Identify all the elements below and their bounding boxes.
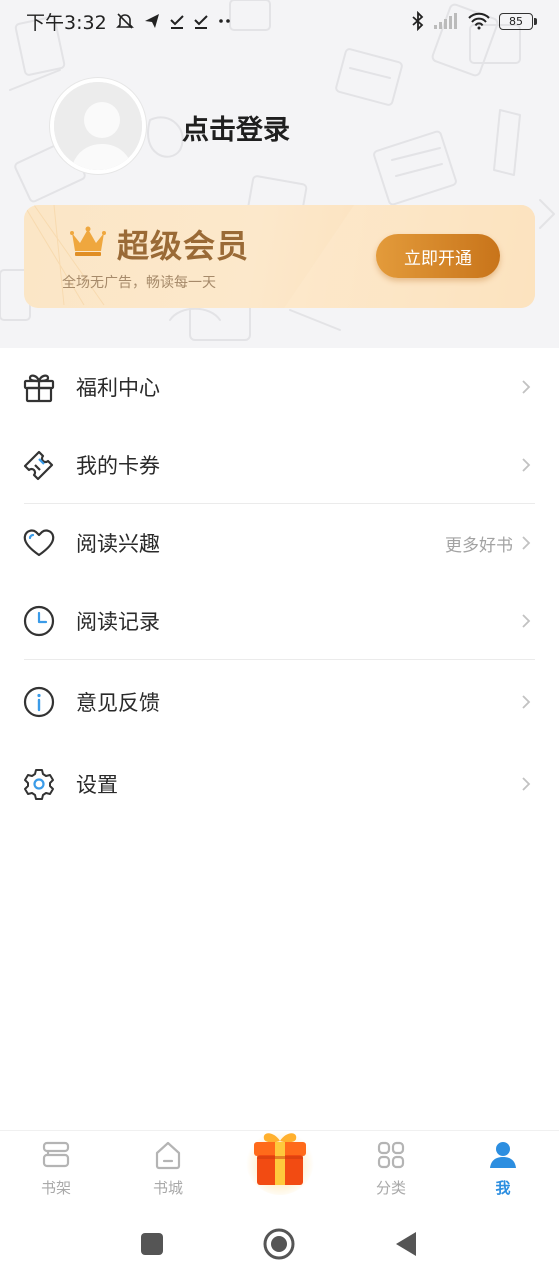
vip-title: 超级会员	[117, 227, 250, 265]
menu-item-reading-interests[interactable]: 阅读兴趣 更多好书	[0, 504, 559, 582]
nav-tab-category[interactable]: 分类	[351, 1131, 431, 1211]
home-icon[interactable]	[263, 1228, 295, 1260]
ticket-icon	[23, 450, 54, 481]
status-time: 下午3:32	[26, 11, 107, 34]
download-done-icon	[169, 15, 184, 29]
chevron-right-icon	[522, 380, 531, 394]
back-icon[interactable]	[394, 1230, 418, 1258]
wifi-icon	[468, 12, 490, 30]
crown-icon	[70, 226, 106, 256]
mute-bell-icon	[115, 13, 134, 29]
nav-tab-me[interactable]: 我	[463, 1131, 543, 1211]
nav-label: 书架	[40, 1179, 71, 1197]
menu-label: 阅读记录	[76, 610, 160, 634]
menu-item-feedback[interactable]: 意见反馈	[0, 663, 559, 741]
chevron-right-icon	[522, 536, 531, 550]
status-bar: 下午3:32 85	[0, 0, 559, 42]
download-done-icon	[193, 15, 208, 29]
login-prompt[interactable]: 点击登录	[182, 108, 290, 147]
menu-label: 我的卡券	[76, 454, 160, 478]
chevron-right-icon	[522, 777, 531, 791]
menu-label: 意见反馈	[76, 691, 160, 715]
bookshelf-icon	[42, 1141, 70, 1168]
profile-header: 下午3:32 85 点击登录 超级会员 全场无广告，畅读每一天 立即开通	[0, 0, 559, 348]
profile-icon	[490, 1142, 516, 1168]
menu-item-my-coupons[interactable]: 我的卡券	[0, 426, 559, 504]
nav-label-active: 我	[495, 1179, 511, 1197]
menu-item-reading-history[interactable]: 阅读记录	[0, 582, 559, 660]
vip-subscribe-button[interactable]: 立即开通	[376, 234, 500, 278]
gift-icon	[23, 374, 55, 403]
menu-label: 设置	[76, 773, 118, 797]
signal-icon	[434, 13, 457, 29]
bookstore-icon	[155, 1141, 181, 1170]
chevron-right-icon	[522, 458, 531, 472]
vip-subtitle: 全场无广告，畅读每一天	[62, 275, 216, 291]
vip-card[interactable]: 超级会员 全场无广告，畅读每一天 立即开通	[24, 205, 535, 308]
nav-tab-bookstore[interactable]: 书城	[128, 1131, 208, 1211]
nav-label: 分类	[375, 1179, 406, 1197]
chevron-right-icon	[522, 614, 531, 628]
battery-indicator: 85	[499, 12, 537, 30]
info-icon	[23, 686, 55, 718]
category-icon	[377, 1141, 405, 1169]
avatar[interactable]	[50, 78, 146, 174]
nav-tab-bookshelf[interactable]: 书架	[16, 1131, 96, 1211]
chevron-right-icon	[522, 695, 531, 709]
menu-item-welfare-center[interactable]: 福利中心	[0, 348, 559, 426]
recent-apps-icon[interactable]	[140, 1232, 164, 1256]
divider	[24, 659, 535, 660]
gear-icon	[24, 769, 54, 800]
gift-box-promo-icon[interactable]	[245, 1123, 315, 1195]
bottom-navigation: 书架 书城 分类 我	[0, 1127, 559, 1211]
menu-item-settings[interactable]: 设置	[0, 745, 559, 823]
more-dots-icon	[218, 19, 230, 23]
system-navigation-bar	[0, 1210, 559, 1280]
menu-label: 福利中心	[76, 376, 160, 400]
battery-level: 85	[509, 14, 523, 28]
heart-icon	[23, 529, 55, 557]
menu-extra-text: 更多好书	[445, 535, 513, 556]
nav-label: 书城	[152, 1179, 183, 1197]
bluetooth-icon	[412, 11, 424, 31]
menu-label: 阅读兴趣	[76, 532, 160, 556]
send-icon	[144, 14, 159, 28]
clock-icon	[23, 605, 55, 637]
